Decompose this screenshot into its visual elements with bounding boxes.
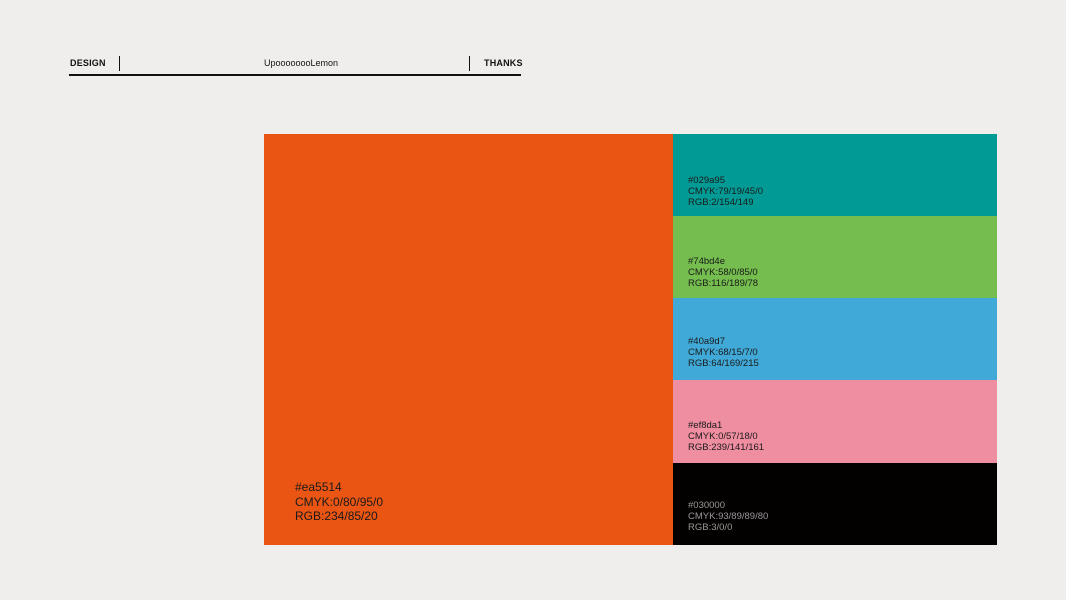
teal-cmyk-value: CMYK:79/19/45/0 <box>688 186 763 198</box>
blue-color-info: #40a9d7 CMYK:68/15/7/0 RGB:64/169/215 <box>688 336 759 370</box>
color-palette: #ea5514 CMYK:0/80/95/0 RGB:234/85/20 #02… <box>264 134 997 545</box>
teal-color-info: #029a95 CMYK:79/19/45/0 RGB:2/154/149 <box>688 175 763 209</box>
color-swatch-blue: #40a9d7 CMYK:68/15/7/0 RGB:64/169/215 <box>673 298 997 380</box>
color-swatch-green: #74bd4e CMYK:58/0/85/0 RGB:116/189/78 <box>673 216 997 298</box>
header-underline <box>69 74 521 76</box>
header-bar: DESIGN UpoooooooLemon THANKS <box>69 54 523 76</box>
color-swatch-pink: #ef8da1 CMYK:0/57/18/0 RGB:239/141/161 <box>673 380 997 463</box>
blue-cmyk-value: CMYK:68/15/7/0 <box>688 347 758 359</box>
header-divider-right <box>469 56 470 71</box>
teal-hex-code: #029a95 <box>688 175 725 186</box>
black-color-info: #030000 CMYK:93/89/89/80 RGB:3/0/0 <box>688 500 768 534</box>
color-swatch-black: #030000 CMYK:93/89/89/80 RGB:3/0/0 <box>673 463 997 545</box>
black-hex-code: #030000 <box>688 500 725 511</box>
brand-label: UpoooooooLemon <box>264 58 339 68</box>
blue-hex-code: #40a9d7 <box>688 336 725 347</box>
header-divider-left <box>119 56 120 71</box>
teal-rgb-value: RGB:2/154/149 <box>688 197 754 209</box>
pink-color-info: #ef8da1 CMYK:0/57/18/0 RGB:239/141/161 <box>688 420 764 454</box>
pink-cmyk-value: CMYK:0/57/18/0 <box>688 431 758 443</box>
main-hex-code: #ea5514 <box>295 480 342 494</box>
green-color-info: #74bd4e CMYK:58/0/85/0 RGB:116/189/78 <box>688 256 758 290</box>
color-swatch-teal: #029a95 CMYK:79/19/45/0 RGB:2/154/149 <box>673 134 997 216</box>
main-color-info: #ea5514 CMYK:0/80/95/0 RGB:234/85/20 <box>295 480 383 524</box>
pink-hex-code: #ef8da1 <box>688 420 723 431</box>
thanks-label: THANKS <box>484 58 523 68</box>
design-label: DESIGN <box>70 58 106 68</box>
secondary-colors: #029a95 CMYK:79/19/45/0 RGB:2/154/149 #7… <box>673 134 997 545</box>
main-color-swatch: #ea5514 CMYK:0/80/95/0 RGB:234/85/20 <box>264 134 673 545</box>
main-rgb-value: RGB:234/85/20 <box>295 509 378 523</box>
pink-rgb-value: RGB:239/141/161 <box>688 442 765 454</box>
green-rgb-value: RGB:116/189/78 <box>688 278 759 290</box>
green-cmyk-value: CMYK:58/0/85/0 <box>688 267 758 279</box>
main-cmyk-value: CMYK:0/80/95/0 <box>295 494 384 509</box>
black-cmyk-value: CMYK:93/89/89/80 <box>688 511 769 523</box>
blue-rgb-value: RGB:64/169/215 <box>688 358 759 370</box>
black-rgb-value: RGB:3/0/0 <box>688 522 733 534</box>
green-hex-code: #74bd4e <box>688 256 725 267</box>
